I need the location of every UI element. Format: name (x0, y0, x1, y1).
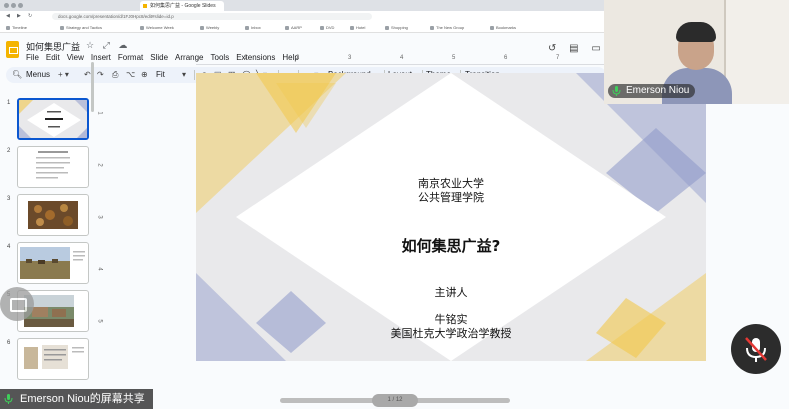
bookmark-item[interactable]: The New Group (430, 24, 464, 31)
menu-slide[interactable]: Slide (150, 53, 168, 62)
slide-thumbnail-selected[interactable] (17, 98, 89, 140)
ruler-tick: 1 (96, 111, 103, 115)
forward-icon[interactable]: ▶ (17, 14, 21, 19)
bookmark-item[interactable]: DVD (320, 24, 334, 31)
ruler-tick: 2 (296, 55, 300, 61)
paint-format-icon[interactable]: ⌥ (126, 70, 135, 80)
bookmark-item[interactable]: AARP (285, 24, 302, 31)
window-close-icon[interactable] (4, 3, 9, 8)
slide-number: 4 (7, 244, 11, 250)
history-icon[interactable]: ↺ (548, 43, 556, 54)
browser-tab-active[interactable]: 如何集思广益 - Google Slides (140, 1, 224, 11)
ruler-tick: 5 (96, 319, 103, 323)
playback-scrollbar[interactable]: 1 / 12 (280, 394, 510, 407)
mute-button[interactable] (731, 324, 781, 374)
star-icon[interactable]: ☆ (86, 40, 94, 50)
participant-name: Emerson Niou (626, 85, 690, 96)
document-title[interactable]: 如何集思广益 (26, 40, 80, 53)
slide-number: 2 (7, 148, 11, 154)
slide-school[interactable]: 公共管理学院 (196, 189, 706, 205)
print-icon[interactable]: ⎙ (112, 70, 118, 80)
slide-thumbnail[interactable] (17, 242, 89, 284)
bookmark-item[interactable]: Hotel (350, 24, 365, 31)
bookmark-item[interactable]: Inbox (245, 24, 261, 31)
present-icon[interactable]: ▭ (591, 43, 600, 54)
zoom-icon[interactable]: ⊕ (141, 70, 148, 80)
title-slide-preview (19, 100, 87, 138)
screen-share-banner: Emerson Niou的屏幕共享 (0, 389, 153, 409)
back-icon[interactable]: ◀ (6, 14, 10, 19)
bookmark-item[interactable]: Weebly (200, 24, 219, 31)
filmstrip-item[interactable]: 1 (0, 98, 94, 144)
bookmark-item[interactable]: Welcome Week (140, 24, 174, 31)
screen-share-label: Emerson Niou的屏幕共享 (20, 393, 145, 405)
zoom-select[interactable]: Fit (156, 70, 165, 80)
filmstrip-item[interactable]: 2 (0, 146, 94, 192)
address-bar[interactable]: docs.google.com/presentation/d/1FJ0Hpc8/… (52, 13, 372, 20)
field-photo-preview (20, 247, 85, 279)
participant-video[interactable]: Emerson Niou (604, 0, 789, 104)
reload-icon[interactable]: ↻ (28, 14, 32, 19)
participant-hair (676, 22, 716, 42)
bookmark-item[interactable]: Timeline (6, 24, 27, 31)
toolbar-divider (194, 70, 195, 80)
text-slide-preview (36, 151, 70, 179)
mic-icon (612, 86, 621, 96)
slide-thumbnail[interactable] (17, 338, 89, 380)
slides-favicon-icon (143, 4, 147, 8)
comment-icon[interactable]: ▤ (569, 43, 578, 54)
slides-logo-icon[interactable] (6, 41, 19, 58)
filmstrip-item[interactable]: 3 (0, 194, 94, 240)
slide-thumbnail[interactable] (17, 146, 89, 188)
bees-photo-preview (28, 201, 78, 229)
window-minimize-icon[interactable] (11, 3, 16, 8)
participant-name-tag: Emerson Niou (608, 84, 696, 98)
slide-number: 3 (7, 196, 11, 202)
header-actions: ↺ ▤ ▭ (548, 43, 611, 54)
ruler-tick: 4 (96, 267, 103, 271)
mic-off-icon (745, 337, 767, 362)
ruler-tick: 5 (452, 55, 456, 61)
floating-share-control[interactable] (0, 287, 34, 321)
ruler-tick: 1 (244, 55, 248, 61)
menu-format[interactable]: Format (118, 53, 143, 62)
text-photo-slide-preview (24, 345, 84, 369)
page-indicator[interactable]: 1 / 12 (372, 394, 418, 407)
slide-number: 1 (7, 100, 11, 106)
ruler-tick: 4 (400, 55, 404, 61)
video-door (724, 0, 789, 104)
zoom-dropdown-icon[interactable]: ▾ (182, 70, 186, 80)
ruler-tick: 3 (348, 55, 352, 61)
mic-icon (4, 394, 13, 404)
bookmark-item[interactable]: Bookmarks (490, 24, 516, 31)
filmstrip-item[interactable]: 4 (0, 242, 94, 288)
browser-tab-title: 如何集思广益 - Google Slides (150, 3, 216, 9)
ruler-tick: 2 (96, 163, 103, 167)
slide-canvas[interactable]: 南京农业大学 公共管理学院 如何集思广益? 主讲人 牛铭实 美国杜克大学政治学教… (196, 73, 706, 361)
filmstrip-scrollbar[interactable] (91, 62, 94, 112)
slide-title[interactable]: 如何集思广益? (196, 235, 706, 256)
screen-share-view: 如何集思广益 - Google Slides ◀ ▶ ↻ docs.google… (0, 0, 789, 409)
bookmark-item[interactable]: Shopping (385, 24, 408, 31)
slide-number: 6 (7, 340, 11, 346)
cloud-icon[interactable]: ☁ (118, 40, 127, 50)
ruler-tick: 6 (504, 55, 508, 61)
window-maximize-icon[interactable] (18, 3, 23, 8)
bookmark-item[interactable]: Strategy and Tactics (60, 24, 102, 31)
vertical-ruler: 1 2 3 4 5 (96, 70, 106, 360)
slide-thumbnail[interactable] (17, 194, 89, 236)
title-icons: ☆ ⤢ ☁ (86, 40, 133, 51)
slide-speaker-label[interactable]: 主讲人 (196, 284, 706, 300)
slide-speaker-title[interactable]: 美国杜克大学政治学教授 (196, 325, 706, 341)
move-icon[interactable]: ⤢ (103, 40, 110, 50)
slide-filmstrip: 1 2 3 4 6 (0, 60, 94, 380)
filmstrip-item[interactable]: 6 (0, 338, 94, 384)
ruler-tick: 3 (96, 215, 103, 219)
ruler-tick: 7 (556, 55, 560, 61)
